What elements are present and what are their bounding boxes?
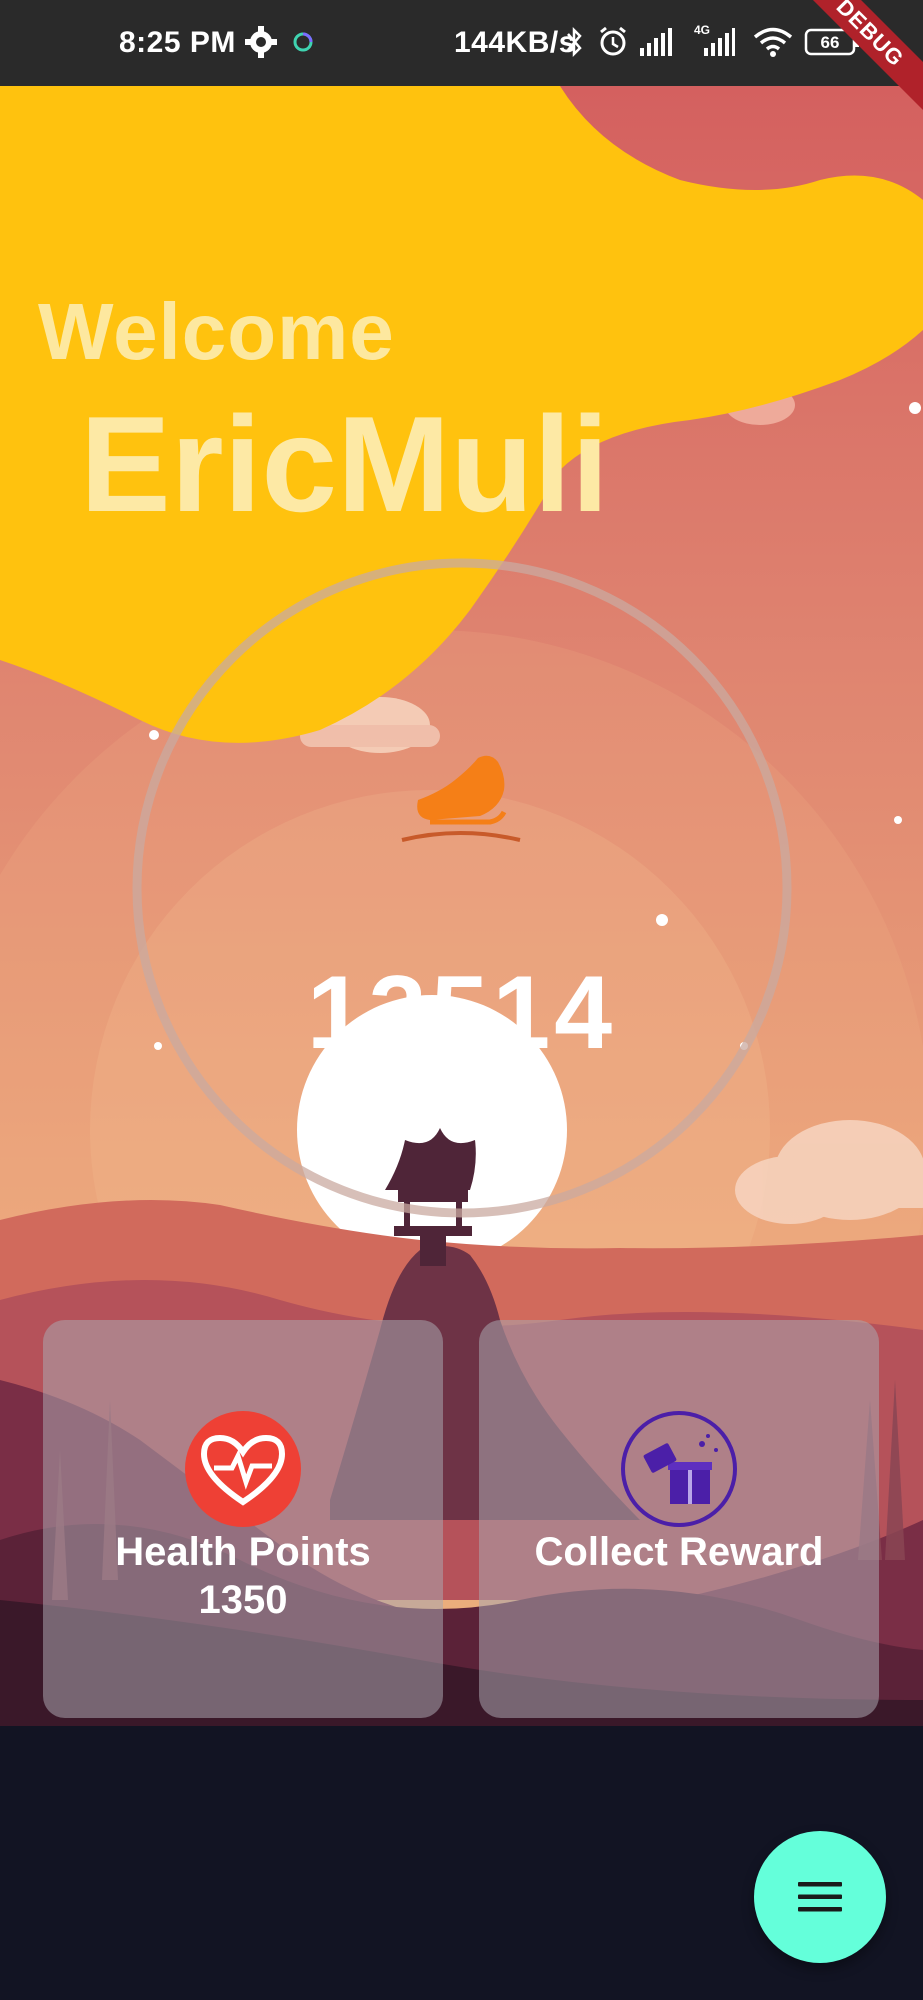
status-network-speed: 144KB/s — [454, 26, 576, 59]
wifi-icon — [753, 27, 793, 57]
status-bar: 8:25 PM 144KB/s 4G 66 — [0, 0, 923, 86]
menu-icon — [798, 1882, 842, 1912]
signal-icon — [640, 28, 672, 56]
signal-4g-label: 4G — [694, 23, 710, 37]
health-points-value: 1350 — [198, 1578, 288, 1622]
status-time: 8:25 PM — [119, 26, 236, 59]
bluetooth-icon — [567, 26, 582, 58]
gift-icon — [621, 1411, 737, 1527]
health-points-title: Health Points — [115, 1530, 371, 1574]
steps-count: 13514 — [306, 955, 617, 1071]
welcome-label: Welcome — [38, 287, 395, 376]
settings-icon — [245, 26, 277, 58]
steps-label: Steps — [423, 1076, 500, 1109]
health-points-card[interactable]: Health Points 1350 — [43, 1320, 443, 1718]
collect-reward-card[interactable]: Collect Reward — [479, 1320, 879, 1718]
battery-level: 66 — [821, 33, 840, 52]
alarm-icon — [600, 26, 626, 56]
signal-4g-icon: 4G — [694, 23, 735, 56]
sync-icon — [293, 32, 313, 52]
user-name: EricMuli — [80, 388, 609, 540]
app-screen: 8:25 PM 144KB/s 4G 66 DEBUG Welcome Eric… — [0, 0, 923, 2000]
collect-reward-title: Collect Reward — [534, 1530, 824, 1574]
heart-pulse-icon — [185, 1411, 301, 1527]
menu-button[interactable] — [754, 1831, 886, 1963]
